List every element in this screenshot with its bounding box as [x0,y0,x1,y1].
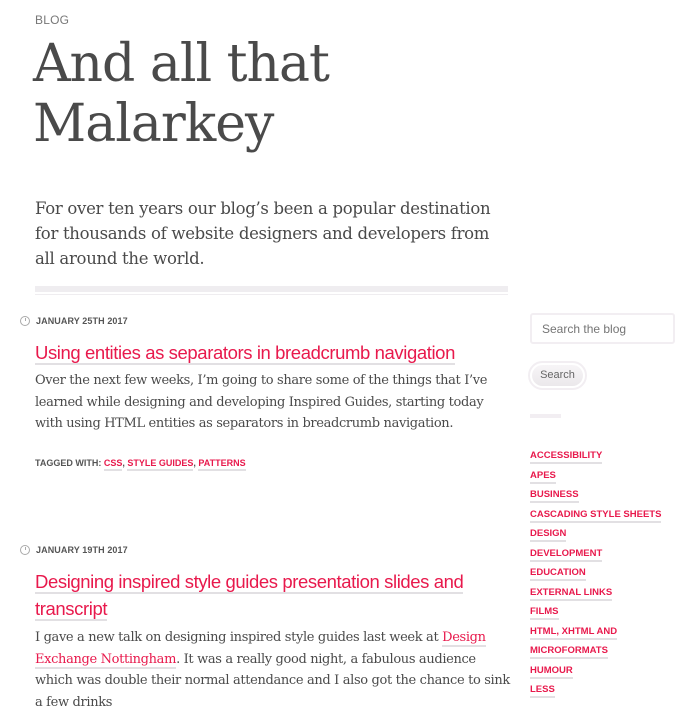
category-label[interactable]: FILMS [530,606,559,620]
page-title-line-2: Malarkey [33,94,274,154]
clock-icon [20,316,30,326]
category-list: ACCESSIBILITY APES BUSINESS CASCADING STYLE… [530,446,680,700]
category-link[interactable]: HUMOUR [530,661,680,681]
category-label[interactable]: EXTERNAL LINKS [530,586,613,601]
sidebar-divider [530,414,561,418]
category-link[interactable]: CASCADING STYLE SHEETS [530,505,680,525]
search-button[interactable]: Search [528,361,587,390]
category-label[interactable]: EDUCATION [530,567,586,581]
category-label[interactable]: LESS [530,684,555,698]
post-tags: TAGGED WITH: CSS, STYLE GUIDES, PATTERNS [35,458,246,471]
post-date-text: JANUARY 19TH 2017 [36,545,128,555]
category-label[interactable]: CASCADING STYLE SHEETS [530,508,662,523]
post-date-text: JANUARY 25TH 2017 [36,316,128,326]
excerpt-text: I gave a new talk on designing inspired … [35,630,443,645]
category-link[interactable]: DEVELOPMENT [530,544,680,564]
post-title-link[interactable]: Designing inspired style guides presenta… [35,568,505,622]
post-title-link[interactable]: Using entities as separators in breadcru… [35,339,505,366]
clock-icon [20,545,30,555]
category-link[interactable]: FILMS [530,602,680,622]
post-title-line-1[interactable]: Designing inspired style guides presenta… [35,571,464,594]
section-kicker: BLOG [35,13,70,27]
category-link[interactable]: DESIGN [530,524,680,544]
post-excerpt: Over the next few weeks, I’m going to sh… [35,373,488,431]
search-input[interactable] [530,313,675,344]
divider-thin [35,294,508,295]
tag-link-style-guides[interactable]: STYLE GUIDES [127,458,194,471]
intro-text: For over ten years our blog’s been a pop… [35,199,491,268]
category-label[interactable]: HUMOUR [530,664,573,679]
search-button-label: Search [532,365,583,386]
category-link[interactable]: ACCESSIBILITY [530,446,680,466]
category-label[interactable]: DEVELOPMENT [530,547,603,562]
category-label[interactable]: ACCESSIBILITY [530,450,603,464]
post-title-line-2[interactable]: transcript [35,598,107,621]
category-link[interactable]: EDUCATION [530,563,680,583]
category-label[interactable]: HTML, XHTML AND MICROFORMATS [530,625,618,659]
post-excerpt: I gave a new talk on designing inspired … [35,627,510,713]
tags-label: TAGGED WITH: [35,458,102,468]
post-title-text[interactable]: Using entities as separators in breadcru… [35,342,455,365]
category-label[interactable]: BUSINESS [530,489,579,503]
category-link[interactable]: HTML, XHTML AND MICROFORMATS [530,622,680,661]
post-date: JANUARY 19TH 2017 [20,545,128,555]
post-date: JANUARY 25TH 2017 [20,316,128,326]
divider [35,286,508,292]
tag-link-css[interactable]: CSS [103,458,123,471]
category-link[interactable]: EXTERNAL LINKS [530,583,680,603]
category-link[interactable]: BUSINESS [530,485,680,505]
category-link[interactable]: APES [530,466,680,486]
page-title: And all that Malarkey [33,34,330,154]
category-link[interactable]: LESS [530,680,680,700]
category-label[interactable]: DESIGN [530,528,567,542]
tag-link-patterns[interactable]: PATTERNS [198,458,246,471]
page-title-line-1: And all that [33,34,330,94]
category-label[interactable]: APES [530,469,556,484]
